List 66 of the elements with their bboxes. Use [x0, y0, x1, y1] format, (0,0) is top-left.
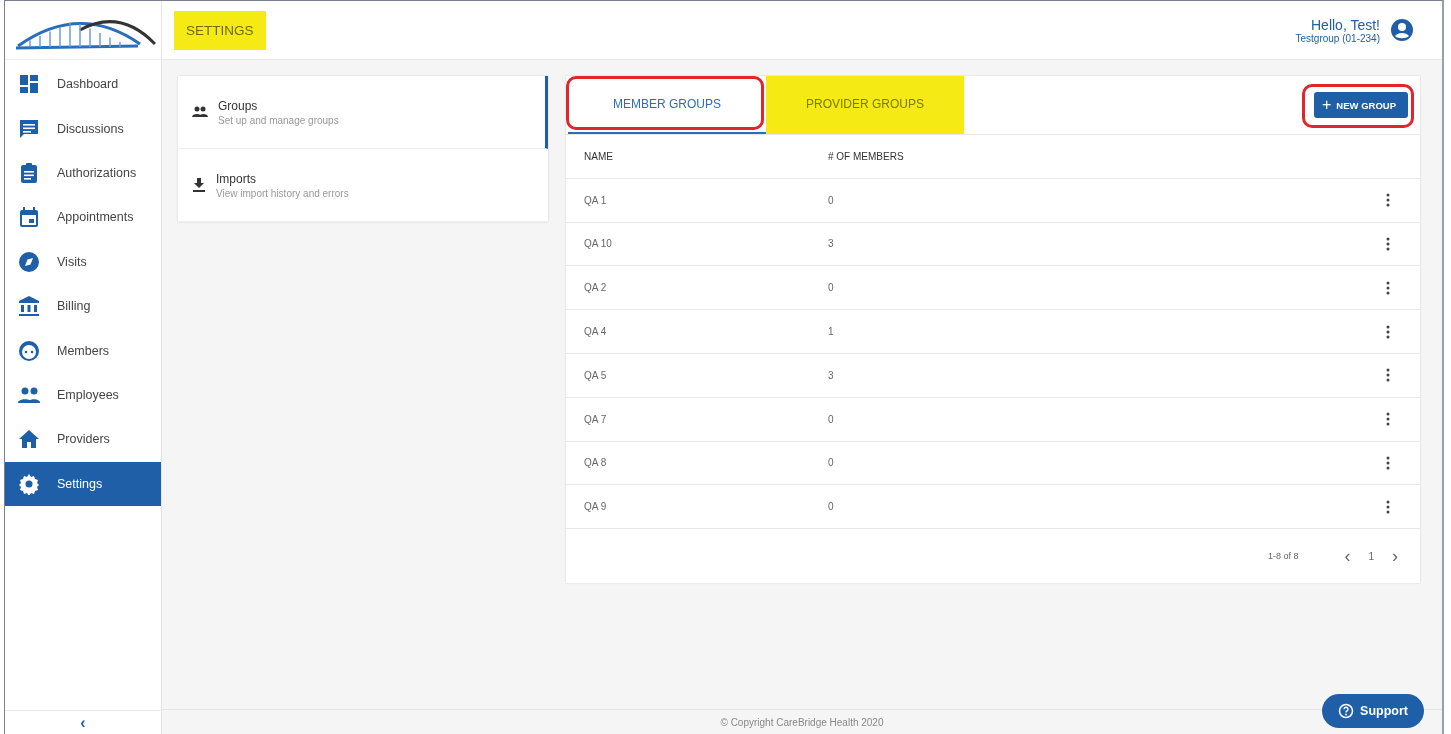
- more-icon[interactable]: [1386, 324, 1390, 339]
- nav-item[interactable]: Discussions: [5, 106, 161, 151]
- chat-icon: [18, 117, 40, 140]
- menu-item[interactable]: Imports View import history and errors: [178, 149, 548, 222]
- table-cell-text: QA 10: [584, 238, 613, 250]
- more-icon[interactable]: [1386, 237, 1390, 251]
- table-cell-text: 0: [828, 413, 835, 425]
- more-icon[interactable]: [1386, 412, 1390, 427]
- nav-item[interactable]: Billing: [5, 283, 161, 329]
- clipboard-icon: [18, 161, 40, 184]
- account-icon[interactable]: [1390, 18, 1414, 42]
- menu-item-subtitle: Set up and manage groups: [218, 114, 339, 126]
- nav-item[interactable]: Visits: [5, 239, 161, 284]
- support-button[interactable]: Support: [1322, 694, 1424, 728]
- table-cell-text: QA 1: [584, 194, 608, 206]
- table-cell-text: QA 7: [584, 413, 608, 425]
- more-icon[interactable]: [1386, 368, 1390, 383]
- nav-item[interactable]: Authorizations: [5, 150, 161, 196]
- nav-item[interactable]: Appointments: [5, 195, 161, 240]
- menu-item[interactable]: Groups Set up and manage groups: [178, 76, 548, 149]
- compass-icon: [18, 250, 40, 273]
- column-header: # OF MEMBERS: [828, 150, 905, 162]
- copyright-text: © Copyright CareBridge Health 2020: [720, 716, 884, 728]
- greeting: Hello, Test!: [1311, 16, 1380, 33]
- tab[interactable]: PROVIDER GROUPS: [766, 76, 964, 134]
- more-icon[interactable]: [1386, 280, 1390, 295]
- face-icon: [18, 339, 40, 362]
- table-cell-text: 0: [828, 501, 835, 513]
- nav-item[interactable]: Members: [5, 328, 161, 373]
- table-cell-text: 3: [828, 369, 835, 381]
- table-cell-text: 0: [828, 457, 835, 469]
- dashboard-icon: [18, 73, 40, 96]
- more-icon[interactable]: [1386, 455, 1390, 470]
- menu-item-title: Imports: [216, 171, 257, 186]
- table-cell-text: QA 8: [584, 457, 608, 469]
- table-cell-text: 0: [828, 194, 835, 206]
- group-icon: [192, 106, 208, 118]
- new-group-button[interactable]: + NEW GROUP: [1314, 92, 1408, 118]
- page-title: SETTINGS: [174, 10, 266, 50]
- page-range: 1-8 of 8: [1267, 551, 1299, 562]
- table-cell-text: 0: [828, 282, 835, 294]
- table-cell-text: 1: [828, 326, 835, 338]
- next-page-button[interactable]: ›: [1390, 545, 1400, 567]
- account-name: Testgroup (01-234): [1295, 32, 1380, 44]
- more-icon[interactable]: [1386, 193, 1390, 208]
- table-cell-text: QA 5: [584, 369, 608, 381]
- table-cell-text: QA 4: [584, 326, 608, 338]
- table-cell-text: QA 9: [584, 501, 608, 513]
- menu-item-title: Groups: [218, 98, 259, 113]
- table-cell-text: QA 2: [584, 282, 608, 294]
- page-number: 1: [1368, 550, 1374, 562]
- settings-icon: [18, 472, 40, 495]
- help-icon: [1338, 703, 1355, 719]
- nav-item[interactable]: Employees: [5, 372, 161, 418]
- nav-item[interactable]: Settings: [5, 461, 161, 506]
- column-header: NAME: [584, 150, 614, 162]
- more-icon[interactable]: [1386, 499, 1390, 514]
- nav-item[interactable]: Providers: [5, 417, 161, 462]
- calendar-icon: [18, 206, 40, 229]
- bank-icon: [18, 295, 40, 318]
- menu-item-subtitle: View import history and errors: [216, 187, 349, 199]
- previous-page-button[interactable]: ‹: [1342, 545, 1353, 567]
- nav-item[interactable]: Dashboard: [5, 62, 161, 107]
- download-icon: [192, 178, 206, 192]
- home-icon: [18, 428, 40, 451]
- table-cell-text: 3: [828, 238, 835, 250]
